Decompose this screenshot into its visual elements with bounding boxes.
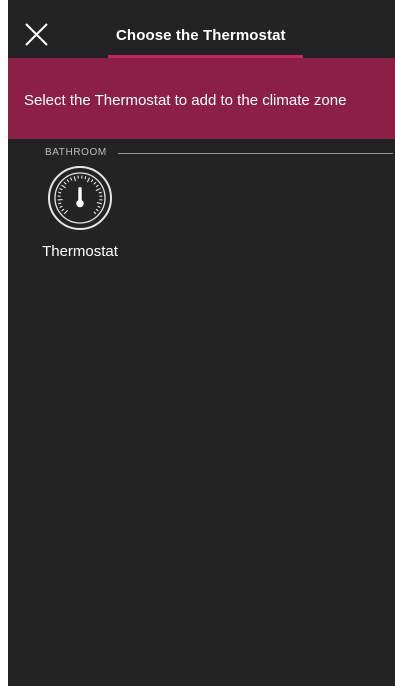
- dial-tick: [63, 181, 67, 185]
- header: Choose the Thermostat: [8, 0, 395, 58]
- dial-tick: [61, 184, 66, 189]
- instruction-banner: Select the Thermostat to add to the clim…: [8, 58, 395, 139]
- dial-tick: [95, 208, 99, 212]
- close-button[interactable]: [22, 20, 52, 50]
- device-item-thermostat[interactable]: Thermostat: [36, 163, 124, 263]
- dial-tick: [61, 208, 65, 212]
- dial-tick: [73, 176, 77, 182]
- dial-tick: [95, 184, 99, 188]
- dial-tick: [63, 209, 69, 215]
- dial-tick: [98, 191, 102, 194]
- dial-tick: [97, 205, 101, 209]
- device-label: Thermostat: [42, 243, 118, 260]
- dial-tick: [96, 201, 102, 205]
- section-divider: [118, 153, 393, 154]
- dial-tick: [90, 179, 94, 183]
- dial-tick: [84, 176, 87, 180]
- close-icon: [25, 23, 48, 46]
- dial-tick: [59, 187, 63, 191]
- thermostat-icon: [48, 166, 112, 230]
- dial-tick: [95, 187, 101, 192]
- app-screen: Choose the Thermostat Select the Thermos…: [8, 0, 395, 686]
- section-label-bathroom: BATHROOM: [45, 147, 107, 158]
- dial-tick: [69, 177, 73, 181]
- dial-tick: [93, 211, 97, 215]
- instruction-text: Select the Thermostat to add to the clim…: [24, 92, 347, 109]
- dial-tick: [86, 177, 91, 183]
- dial-tick: [58, 191, 62, 194]
- dial-tick: [66, 179, 70, 183]
- page-title: Choose the Thermostat: [116, 27, 286, 44]
- dial-tick: [59, 205, 63, 209]
- dial-tick: [58, 202, 62, 205]
- dial-tick: [93, 181, 97, 185]
